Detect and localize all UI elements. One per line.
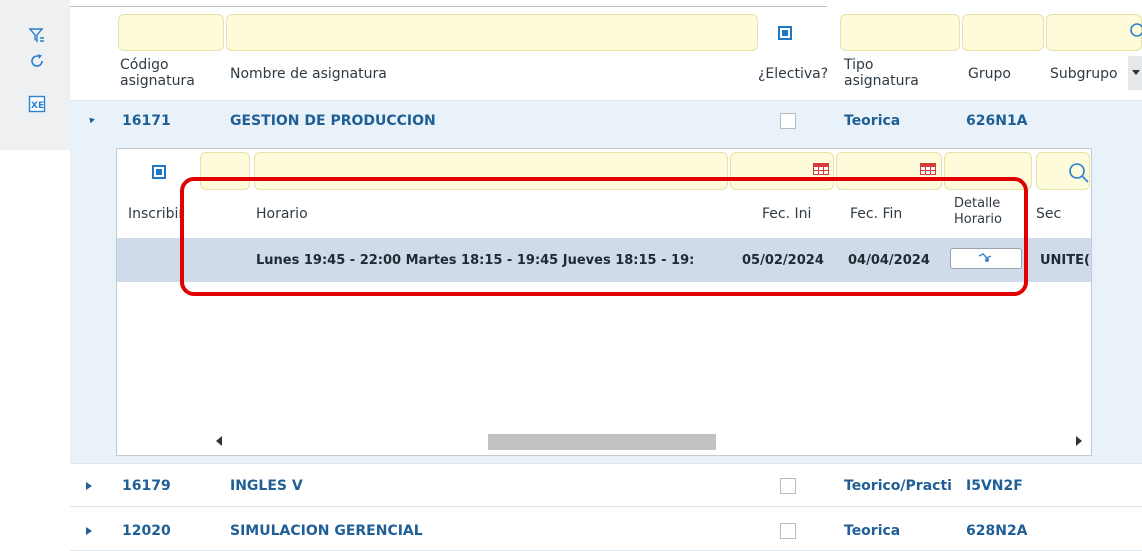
filter-grupo[interactable] (962, 14, 1044, 51)
row-codigo: 16179 (122, 478, 171, 494)
row-tipo: Teorica (844, 523, 901, 539)
calendar-icon[interactable] (813, 163, 829, 175)
electiva-checkbox[interactable] (780, 478, 796, 494)
filter-tipo[interactable] (840, 14, 960, 51)
header-nombre[interactable]: Nombre de asignatura (230, 66, 387, 82)
calendar-icon[interactable] (920, 163, 936, 175)
header-tipo[interactable]: Tipo asignatura (844, 57, 919, 89)
header-codigo[interactable]: Código asignatura (120, 57, 195, 89)
search-icon[interactable] (1068, 162, 1090, 184)
subheader-sec[interactable]: Sec (1036, 206, 1061, 222)
row-codigo: 12020 (122, 523, 171, 539)
header-electiva[interactable]: ¿Electiva? (758, 66, 828, 82)
filter-icon[interactable] (28, 26, 46, 44)
schedule-sec: UNITE( (1040, 253, 1090, 268)
row-tipo: Teorica (844, 113, 901, 129)
row-nombre: INGLES V (230, 478, 303, 494)
row-grupo: 628N2A (966, 523, 1028, 539)
svg-text:XE: XE (31, 101, 44, 111)
highlight-annotation (180, 177, 1028, 296)
electiva-checkbox[interactable] (780, 113, 796, 129)
subheader-inscribir[interactable]: Inscribir (128, 206, 184, 222)
header-subgrupo[interactable]: Subgrupo (1050, 66, 1130, 82)
expand-arrow-icon[interactable] (86, 527, 92, 535)
chevron-left-icon[interactable] (216, 436, 222, 446)
row-nombre: GESTION DE PRODUCCION (230, 113, 436, 129)
search-icon[interactable] (1128, 22, 1142, 40)
row-grupo: 626N1A (966, 113, 1028, 129)
scrollbar-thumb[interactable] (488, 434, 716, 450)
chevron-down-icon (1132, 70, 1140, 75)
filter-codigo[interactable] (118, 14, 224, 51)
inscribir-filter-toggle[interactable] (152, 165, 166, 179)
filter-nombre[interactable] (226, 14, 758, 51)
row-codigo: 16171 (122, 113, 171, 129)
header-grupo[interactable]: Grupo (968, 66, 1011, 82)
refresh-icon[interactable] (28, 52, 46, 70)
expand-arrow-icon[interactable] (86, 482, 92, 490)
row-tipo: Teorico/Practi (844, 478, 952, 494)
electiva-filter-toggle[interactable] (778, 26, 792, 40)
electiva-checkbox[interactable] (780, 523, 796, 539)
top-divider (70, 6, 827, 7)
left-toolbar (0, 0, 70, 150)
row-grupo: I5VN2F (966, 478, 1023, 494)
row-nombre: SIMULACION GERENCIAL (230, 523, 423, 539)
chevron-right-icon[interactable] (1076, 436, 1082, 446)
excel-export-icon[interactable]: XE (28, 95, 46, 113)
